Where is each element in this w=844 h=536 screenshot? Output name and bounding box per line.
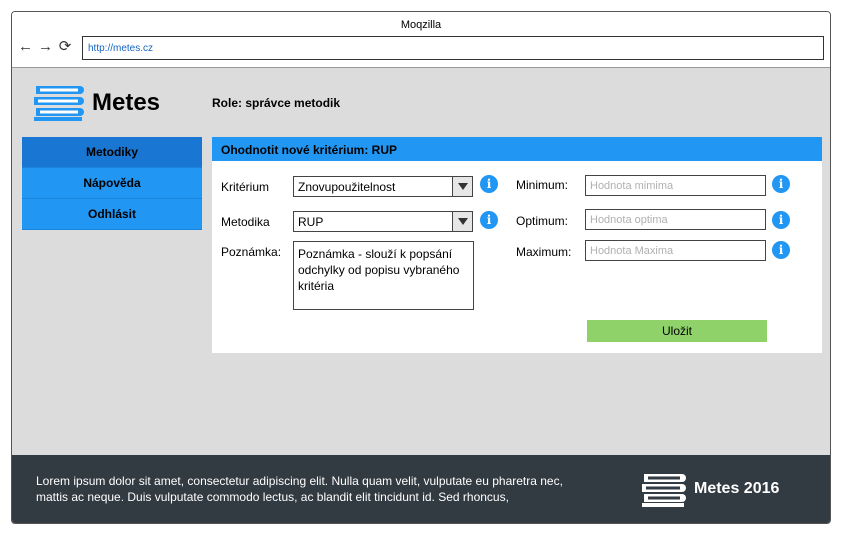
books-logo-icon (34, 86, 84, 121)
metodika-select[interactable]: RUP (293, 211, 473, 232)
url-bar[interactable]: http://metes.cz (82, 36, 824, 60)
brand-name: Metes (92, 89, 161, 116)
evaluation-form-panel: Ohodnotit nové kritérium: RUP Kritérium … (212, 137, 822, 353)
metodika-select-value: RUP (298, 215, 324, 229)
browser-titlebar: Moqzilla ← → ⟳ http://metes.cz (12, 12, 830, 68)
save-button[interactable]: Uložit (587, 320, 767, 342)
info-icon[interactable]: i (480, 211, 498, 229)
kriterium-select-value: Znovupoužitelnost (298, 180, 396, 194)
panel-title: Ohodnotit nové kritérium: RUP (212, 137, 822, 161)
sidebar-item-odhlasit[interactable]: Odhlásit (22, 199, 202, 230)
metodika-label: Metodika (221, 215, 270, 229)
books-logo-icon (642, 474, 686, 507)
info-icon[interactable]: i (772, 211, 790, 229)
optimum-input[interactable] (585, 209, 766, 230)
footer: Lorem ipsum dolor sit amet, consectetur … (12, 455, 830, 523)
browser-window: Moqzilla ← → ⟳ http://metes.cz Metes Rol… (11, 11, 831, 524)
info-icon[interactable]: i (480, 175, 498, 193)
footer-text: Lorem ipsum dolor sit amet, consectetur … (36, 474, 563, 504)
sidebar-item-napoveda[interactable]: Nápověda (22, 168, 202, 199)
poznamka-label: Poznámka: (221, 245, 282, 259)
browser-nav: ← → ⟳ (18, 39, 72, 55)
kriterium-select[interactable]: Znovupoužitelnost (293, 176, 473, 197)
poznamka-textarea[interactable]: Poznámka - slouží k popsání odchylky od … (293, 241, 474, 310)
sidebar: Metodiky Nápověda Odhlásit (22, 137, 202, 230)
info-icon[interactable]: i (772, 175, 790, 193)
back-arrow-icon[interactable]: ← (18, 39, 33, 55)
footer-brand: Metes 2016 (694, 480, 780, 497)
chevron-down-icon[interactable] (452, 212, 472, 231)
reload-icon[interactable]: ⟳ (58, 39, 72, 55)
chevron-down-icon[interactable] (452, 177, 472, 196)
role-label: Role: správce metodik (212, 96, 341, 110)
info-icon[interactable]: i (772, 241, 790, 259)
app-area: Metes Role: správce metodik Metodiky Náp… (12, 68, 830, 455)
maximum-input[interactable] (585, 240, 766, 261)
sidebar-item-metodiky[interactable]: Metodiky (22, 137, 202, 168)
optimum-label: Optimum: (516, 214, 569, 228)
kriterium-label: Kritérium (221, 180, 270, 194)
minimum-input[interactable] (585, 175, 766, 196)
forward-arrow-icon[interactable]: → (38, 39, 53, 55)
minimum-label: Minimum: (516, 178, 569, 192)
maximum-label: Maximum: (516, 245, 572, 259)
window-title: Moqzilla (400, 19, 442, 31)
